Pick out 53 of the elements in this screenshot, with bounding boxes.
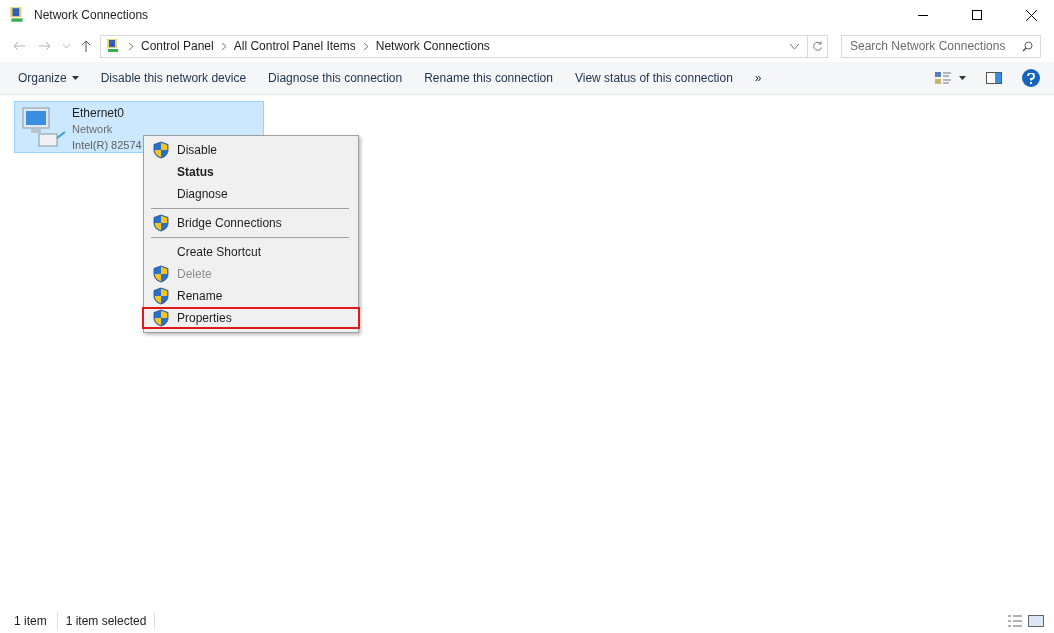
search-field[interactable]: Search Network Connections bbox=[841, 34, 1041, 58]
shield-icon bbox=[152, 265, 169, 283]
chevron-right-icon bbox=[363, 42, 368, 50]
toolbar-button[interactable]: Organize bbox=[10, 65, 87, 91]
maximize-icon bbox=[972, 10, 982, 20]
selection-count: 1 item selected bbox=[57, 612, 156, 630]
toolbar-button[interactable]: Rename this connection bbox=[416, 65, 561, 91]
menu-item[interactable]: Properties bbox=[142, 307, 360, 329]
refresh-icon bbox=[812, 40, 823, 52]
connection-name: Ethernet0 bbox=[72, 105, 126, 121]
close-icon bbox=[1025, 9, 1037, 21]
menu-item[interactable]: Status bbox=[142, 161, 360, 183]
preview-pane-button[interactable] bbox=[986, 72, 1002, 84]
breadcrumb-item[interactable]: Control Panel bbox=[141, 37, 214, 55]
network-icon bbox=[8, 6, 26, 24]
shield-icon bbox=[152, 214, 169, 232]
shield-icon bbox=[152, 287, 169, 305]
help-button[interactable] bbox=[1022, 69, 1040, 87]
computer-network-icon bbox=[19, 104, 67, 150]
chevron-down-icon[interactable] bbox=[790, 43, 799, 49]
chevron-down-icon bbox=[62, 44, 70, 48]
back-arrow-icon bbox=[13, 41, 25, 51]
breadcrumb-item[interactable]: All Control Panel Items bbox=[233, 37, 356, 55]
forward-arrow-icon bbox=[39, 41, 51, 51]
breadcrumb-item[interactable]: Network Connections bbox=[375, 37, 490, 55]
menu-item[interactable]: Create Shortcut bbox=[142, 241, 360, 263]
preview-pane-icon bbox=[986, 72, 1002, 84]
shield-icon bbox=[152, 141, 169, 159]
adapter-name: Intel(R) 82574 bbox=[72, 138, 142, 153]
help-icon bbox=[1027, 72, 1035, 84]
connection-status: Network bbox=[72, 122, 114, 137]
search-icon bbox=[1022, 40, 1033, 52]
menu-item[interactable]: Diagnose bbox=[142, 183, 360, 205]
window-title: Network Connections bbox=[34, 7, 149, 24]
chevron-right-icon bbox=[221, 42, 226, 50]
address-bar[interactable]: Control Panel All Control Panel Items Network Connections bbox=[100, 34, 828, 58]
minimize-icon bbox=[918, 14, 928, 16]
menu-item[interactable]: Bridge Connections bbox=[142, 212, 360, 234]
caret-icon bbox=[959, 76, 966, 80]
toolbar-button[interactable]: View status of this connection bbox=[566, 65, 741, 91]
toolbar-button[interactable]: » bbox=[746, 65, 770, 91]
network-icon bbox=[105, 38, 121, 54]
menu-item[interactable]: Rename bbox=[142, 285, 360, 307]
view-icon bbox=[935, 71, 951, 85]
item-count: 1 item bbox=[14, 612, 58, 630]
shield-icon bbox=[152, 309, 169, 327]
toolbar-button[interactable]: Diagnose this connection bbox=[260, 65, 411, 91]
large-icons-view-icon[interactable] bbox=[1028, 615, 1044, 627]
toolbar-button[interactable]: Disable this network device bbox=[92, 65, 255, 91]
up-arrow-icon bbox=[81, 40, 91, 52]
chevron-right-icon bbox=[129, 42, 133, 50]
details-view-icon[interactable] bbox=[1008, 615, 1022, 627]
view-options-button[interactable] bbox=[935, 71, 966, 85]
